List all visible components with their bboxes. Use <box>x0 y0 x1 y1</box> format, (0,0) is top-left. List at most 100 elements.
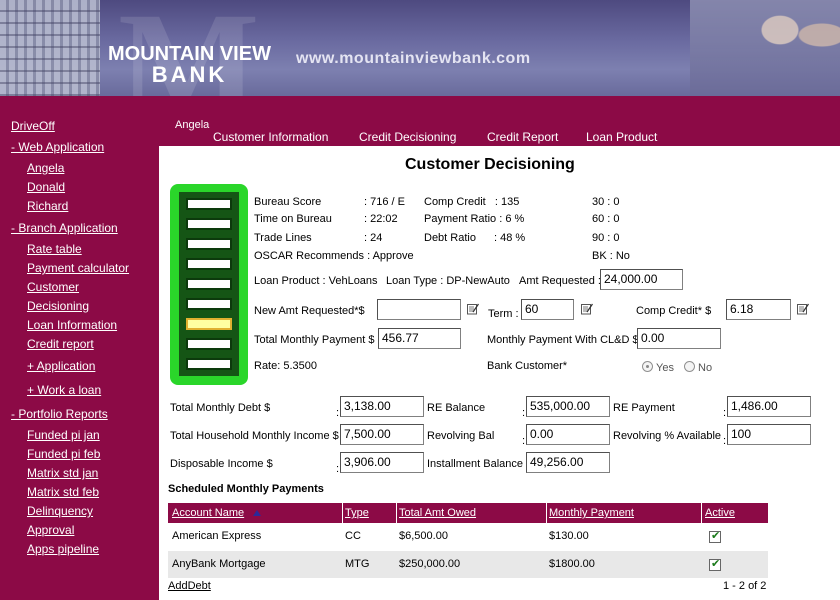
sidebar-link-decisioning[interactable]: Decisioning <box>27 299 89 313</box>
new-amt-requested-input[interactable] <box>377 299 461 320</box>
total-monthly-payment-label: Total Monthly Payment $ : <box>254 334 381 346</box>
comp-credit-score: Comp Credit : 135 <box>424 196 520 208</box>
bankruptcy-flag: BK : No <box>592 250 630 262</box>
disposable-income-label: Disposable Income $ <box>170 458 273 470</box>
comp-credit-label: Comp Credit* $ <box>636 305 712 317</box>
stoplight-inner <box>179 192 239 376</box>
amt-requested-field[interactable]: 24,000.00 <box>600 269 683 290</box>
revolving-bal-field[interactable]: 0.00 <box>526 424 610 445</box>
sidebar-link-payment-calculator[interactable]: Payment calculator <box>27 261 129 275</box>
tab-loan-product[interactable]: Loan Product <box>586 130 657 144</box>
total-monthly-payment-field[interactable]: 456.77 <box>378 328 461 349</box>
edit-icon[interactable] <box>581 303 593 315</box>
sidebar-section-branch-application[interactable]: - Branch Application <box>11 221 118 235</box>
total-monthly-debt-label: Total Monthly Debt $ <box>170 402 271 414</box>
bank-customer-no-radio[interactable] <box>684 361 695 372</box>
term-label: Term : <box>488 308 519 320</box>
re-payment-field[interactable]: 1,486.00 <box>727 396 811 417</box>
sidebar-link-delinquency[interactable]: Delinquency <box>27 504 93 518</box>
household-income-field[interactable]: 7,500.00 <box>340 424 424 445</box>
revolving-available-field[interactable]: 100 <box>727 424 811 445</box>
add-debt-link[interactable]: AddDebt <box>168 580 211 592</box>
sidebar-link-add-application[interactable]: + Application <box>27 359 95 373</box>
active-checkbox[interactable] <box>709 557 721 571</box>
sidebar-link-customer[interactable]: Customer <box>27 280 79 294</box>
tab-credit-report[interactable]: Credit Report <box>487 130 558 144</box>
monthly-payment-cld-label: Monthly Payment With CL&D $ : <box>487 334 645 346</box>
comp-credit-input[interactable]: 6.18 <box>726 299 791 320</box>
debt-ratio-value: : 48 % <box>494 232 526 244</box>
column-divider <box>396 503 397 523</box>
col-account-name[interactable]: Account Name <box>172 507 244 519</box>
column-divider <box>701 503 702 523</box>
cell-monthly-payment: $130.00 <box>549 530 589 542</box>
term-input[interactable]: 60 <box>521 299 574 320</box>
cell-account-name: American Express <box>172 530 262 542</box>
trade-lines-value: : 24 <box>364 232 383 244</box>
sidebar-section-web-application[interactable]: - Web Application <box>11 140 104 154</box>
sidebar-link-credit-report[interactable]: Credit report <box>27 337 94 351</box>
sidebar-link-matrix-std-jan[interactable]: Matrix std jan <box>27 466 98 480</box>
delinquency-90: 90 : 0 <box>592 232 620 244</box>
disposable-income-field[interactable]: 3,906.00 <box>340 452 424 473</box>
sidebar-link-angela[interactable]: Angela <box>27 161 64 175</box>
sidebar-link-funded-pi-jan[interactable]: Funded pi jan <box>27 428 100 442</box>
field-colon: : <box>336 407 340 419</box>
edit-icon[interactable] <box>467 303 479 315</box>
active-checkbox[interactable] <box>709 529 721 543</box>
installment-balance-field[interactable]: 49,256.00 <box>526 452 610 473</box>
field-colon: : <box>522 435 526 447</box>
sidebar-link-approval[interactable]: Approval <box>27 523 74 537</box>
bureau-score-label: Bureau Score <box>254 196 322 208</box>
re-balance-field[interactable]: 535,000.00 <box>526 396 610 417</box>
sidebar-link-richard[interactable]: Richard <box>27 199 68 213</box>
trade-lines-label: Trade Lines <box>254 232 312 244</box>
sort-ascending-icon[interactable] <box>253 510 261 516</box>
col-monthly-payment[interactable]: Monthly Payment <box>549 507 634 519</box>
header-bar <box>0 96 840 116</box>
logo-line1: MOUNTAIN VIEW <box>108 43 271 65</box>
col-active[interactable]: Active <box>705 507 735 519</box>
cell-account-name: AnyBank Mortgage <box>172 558 266 570</box>
delinquency-30: 30 : 0 <box>592 196 620 208</box>
revolving-available-label: Revolving % Available <box>613 430 722 442</box>
table-row[interactable]: American Express CC $6,500.00 $130.00 <box>168 523 768 550</box>
edit-icon[interactable] <box>797 303 809 315</box>
bank-customer-yes-label: Yes <box>656 362 674 374</box>
bank-customer-label: Bank Customer* <box>487 360 568 372</box>
revolving-bal-label: Revolving Bal <box>427 430 495 442</box>
sidebar-link-matrix-std-feb[interactable]: Matrix std feb <box>27 485 99 499</box>
pager-status: 1 - 2 of 2 <box>723 580 767 592</box>
people-image <box>690 0 840 100</box>
cell-type: CC <box>345 530 361 542</box>
header-banner: M MOUNTAIN VIEW BANK www.mountainviewban… <box>0 0 840 116</box>
payment-ratio: Payment Ratio : 6 % <box>424 213 525 225</box>
col-type[interactable]: Type <box>345 507 369 519</box>
cell-type: MTG <box>345 558 370 570</box>
cell-total-amt-owed: $250,000.00 <box>399 558 461 570</box>
sidebar-link-donald[interactable]: Donald <box>27 180 65 194</box>
stoplight-segment <box>186 358 232 370</box>
field-colon: : <box>723 407 727 419</box>
sidebar-section-portfolio-reports[interactable]: - Portfolio Reports <box>11 407 108 421</box>
monthly-payment-cld-field[interactable]: 0.00 <box>637 328 721 349</box>
stoplight-segment <box>186 218 232 230</box>
tab-customer-information[interactable]: Customer Information <box>213 130 328 144</box>
field-colon: : <box>723 435 727 447</box>
total-monthly-debt-field[interactable]: 3,138.00 <box>340 396 424 417</box>
sidebar-link-apps-pipeline[interactable]: Apps pipeline <box>27 542 99 556</box>
sidebar-link-rate-table[interactable]: Rate table <box>27 242 82 256</box>
time-on-bureau-value: : 22:02 <box>364 213 398 225</box>
sidebar-link-driveoff[interactable]: DriveOff <box>11 119 55 133</box>
loan-product: Loan Product : VehLoans <box>254 275 378 287</box>
table-header: Account Name Type Total Amt Owed Monthly… <box>168 503 768 523</box>
field-colon: : <box>336 463 340 475</box>
tab-credit-decisioning[interactable]: Credit Decisioning <box>359 130 456 144</box>
col-total-amt-owed[interactable]: Total Amt Owed <box>399 507 476 519</box>
column-divider <box>546 503 547 523</box>
sidebar-link-loan-information[interactable]: Loan Information <box>27 318 117 332</box>
table-row[interactable]: AnyBank Mortgage MTG $250,000.00 $1800.0… <box>168 551 768 578</box>
bank-customer-yes-radio[interactable] <box>642 361 653 372</box>
sidebar-link-work-a-loan[interactable]: + Work a loan <box>27 383 101 397</box>
sidebar-link-funded-pi-feb[interactable]: Funded pi feb <box>27 447 100 461</box>
